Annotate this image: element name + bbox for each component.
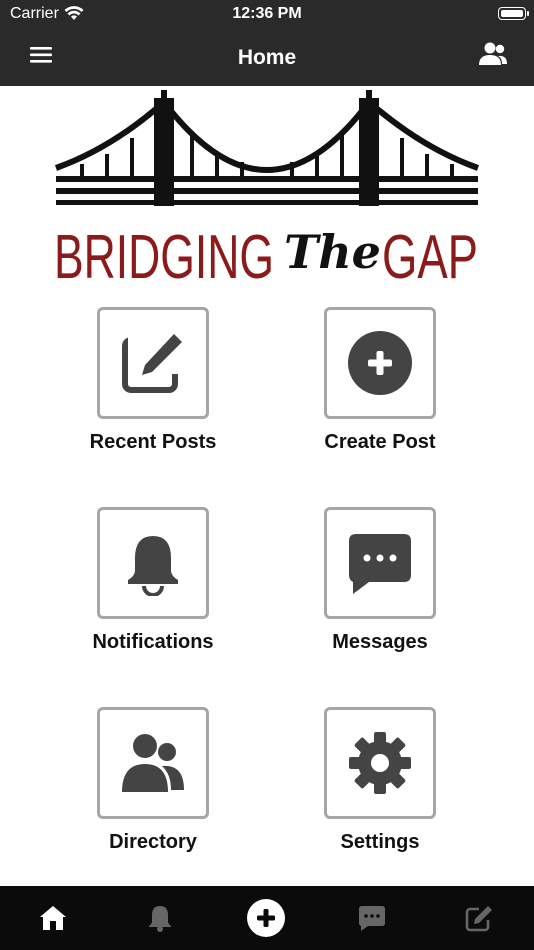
- tab-bar: [0, 886, 534, 950]
- status-time: 12:36 PM: [232, 5, 302, 22]
- tile-create-post-box[interactable]: [324, 307, 436, 419]
- bell-icon: [149, 906, 171, 932]
- tile-label: Messages: [332, 631, 428, 653]
- navigation-bar: Home: [0, 30, 534, 86]
- message-icon: [359, 906, 385, 931]
- tab-messages[interactable]: [352, 900, 392, 936]
- tab-home[interactable]: [33, 900, 73, 936]
- tile-messages-box[interactable]: [324, 507, 436, 619]
- status-bar: Carrier 12:36 PM: [0, 0, 534, 30]
- users-icon[interactable]: [478, 41, 508, 72]
- tile-label: Directory: [109, 831, 197, 853]
- tile-notifications[interactable]: Notifications: [63, 507, 243, 654]
- tile-settings[interactable]: Settings: [290, 707, 470, 854]
- bridge-logo-graphic: BRIDGING The GAP: [54, 90, 480, 292]
- tile-notifications-box[interactable]: [97, 507, 209, 619]
- tab-create[interactable]: [246, 899, 286, 937]
- tile-settings-box[interactable]: [324, 707, 436, 819]
- plus-circle-icon: [247, 899, 285, 937]
- tile-directory-box[interactable]: [97, 707, 209, 819]
- tab-posts[interactable]: [459, 900, 499, 936]
- edit-icon: [465, 906, 493, 932]
- users-icon: [122, 734, 184, 792]
- home-icon: [40, 906, 66, 930]
- tile-recent-posts[interactable]: Recent Posts: [63, 307, 243, 454]
- tile-label: Notifications: [92, 631, 214, 653]
- tile-label: Settings: [340, 831, 420, 853]
- gear-icon: [349, 732, 411, 794]
- bridging-the-gap-logo: BRIDGING The GAP: [52, 88, 482, 292]
- tile-label: Create Post: [324, 431, 436, 453]
- battery-icon: [498, 7, 529, 20]
- logo-word-the: The: [284, 225, 381, 279]
- tile-recent-posts-box[interactable]: [97, 307, 209, 419]
- tile-directory[interactable]: Directory: [63, 707, 243, 854]
- tile-messages[interactable]: Messages: [290, 507, 470, 654]
- tab-notifications[interactable]: [140, 900, 180, 936]
- logo-word-gap: GAP: [382, 223, 478, 288]
- logo-word-bridging: BRIDGING: [54, 223, 274, 288]
- message-icon: [349, 534, 411, 594]
- plus-circle-icon: [348, 331, 412, 395]
- edit-icon: [122, 334, 186, 393]
- tile-label: Recent Posts: [89, 431, 217, 453]
- page-title: Home: [237, 46, 297, 69]
- bell-icon: [128, 536, 178, 596]
- tile-create-post[interactable]: Create Post: [290, 307, 470, 454]
